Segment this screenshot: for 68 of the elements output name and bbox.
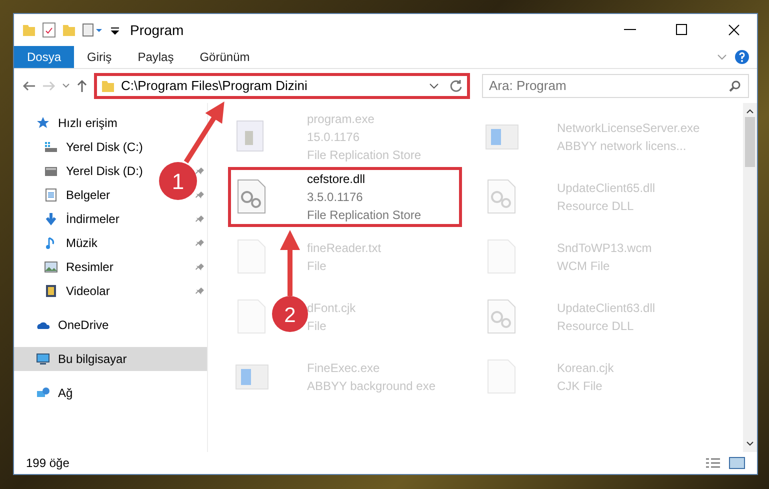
file-detail: Resource DLL xyxy=(557,198,635,215)
drive-icon xyxy=(44,164,58,178)
close-icon[interactable] xyxy=(728,24,740,36)
selected-nav-item[interactable]: Bu bilgisayar xyxy=(14,347,207,371)
help-icon[interactable] xyxy=(735,50,749,64)
nav-item[interactable]: Hızlı erişim xyxy=(58,114,118,132)
window-title: Program xyxy=(130,20,184,40)
download-arrow-icon xyxy=(44,212,58,226)
scroll-down-icon[interactable] xyxy=(746,440,754,448)
callout-arrow xyxy=(184,102,224,164)
nav-item[interactable]: OneDrive xyxy=(58,316,109,334)
file-detail: CJK File xyxy=(557,378,604,395)
item-count: 199 öğe xyxy=(26,455,70,472)
address-path: C:\Program Files\Program Dizini xyxy=(121,77,308,96)
ribbon-tab[interactable]: Giriş xyxy=(74,46,125,68)
file-detail: 15.0.1176 xyxy=(307,129,360,146)
computer-icon xyxy=(36,352,50,366)
network-icon xyxy=(36,386,50,400)
file-detail: File Replication Store xyxy=(307,147,422,164)
large-icons-view-icon[interactable] xyxy=(729,457,745,469)
file-detail: WCM File xyxy=(557,258,611,275)
file-detail: 3.5.0.1176 xyxy=(307,189,364,206)
step-number-badge: 2 xyxy=(272,296,308,332)
file-detail: ABBYY network licens... xyxy=(557,138,688,155)
ribbon-tab[interactable]: Görünüm xyxy=(186,46,263,68)
nav-item[interactable]: İndirmeler xyxy=(66,210,120,228)
folder-icon xyxy=(101,79,115,93)
scroll-up-icon[interactable] xyxy=(746,107,754,115)
file-detail: Resource DLL xyxy=(557,318,635,335)
scrollbar[interactable] xyxy=(743,103,757,452)
drive-icon xyxy=(44,140,58,154)
nav-item[interactable]: Belgeler xyxy=(66,186,110,204)
nav-item[interactable]: Resimler xyxy=(66,258,114,276)
address-bar[interactable]: C:\Program Files\Program Dizini xyxy=(94,73,470,99)
star-icon xyxy=(36,116,50,130)
step-number-badge: 1 xyxy=(159,162,197,200)
nav-item[interactable]: Yerel Disk (C:) xyxy=(66,138,143,156)
ribbon-tab[interactable]: Dosya xyxy=(14,46,74,68)
callout-arrow xyxy=(280,230,300,296)
file-detail: File xyxy=(307,318,328,335)
up-arrow-icon[interactable] xyxy=(76,79,88,93)
nav-item[interactable]: Ağ xyxy=(58,384,73,402)
recent-locations-icon[interactable] xyxy=(62,83,70,89)
customize-toolbar-icon[interactable] xyxy=(110,25,120,35)
dropdown-icon[interactable] xyxy=(429,83,439,89)
scrollbar-thumb[interactable] xyxy=(745,117,755,167)
document-icon xyxy=(44,188,58,202)
search-field[interactable]: Ara: Program xyxy=(482,74,749,98)
minimize-icon[interactable] xyxy=(624,29,636,31)
expand-ribbon-icon[interactable] xyxy=(717,54,727,60)
file-detail: ABBYY background exe xyxy=(307,378,436,395)
details-view-icon[interactable] xyxy=(705,457,721,469)
file-name: cefstore.dll xyxy=(307,171,366,188)
view-options-icon[interactable] xyxy=(82,23,104,37)
file-detail: File xyxy=(307,258,328,275)
ribbon-tab[interactable]: Paylaş xyxy=(124,46,187,68)
nav-item[interactable]: Videolar xyxy=(66,282,110,300)
search-icon xyxy=(729,80,741,92)
highlighted-file-item[interactable]: cefstore.dll 3.5.0.1176 File Replication Store xyxy=(228,167,462,227)
back-arrow-icon[interactable] xyxy=(22,80,36,92)
properties-icon[interactable] xyxy=(42,22,56,38)
file-detail: File Replication Store xyxy=(307,207,422,224)
nav-item[interactable]: Yerel Disk (D:) xyxy=(66,162,143,180)
picture-icon xyxy=(44,260,58,274)
nav-item[interactable]: Müzik xyxy=(66,234,98,252)
refresh-icon[interactable] xyxy=(449,79,463,93)
film-icon xyxy=(44,284,58,298)
maximize-icon[interactable] xyxy=(676,24,688,36)
